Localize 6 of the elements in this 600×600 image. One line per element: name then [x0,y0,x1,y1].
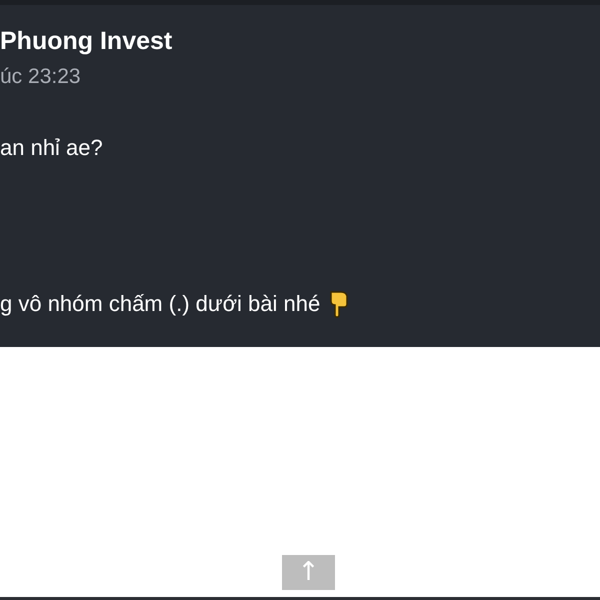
post-text: g vô nhóm chấm (.) dưới bài nhé [0,290,320,318]
post-time: úc 23:23 [0,64,82,90]
scroll-to-top-button[interactable]: ↑ [282,555,335,590]
hand-pointing-down-icon [328,290,350,318]
author-name: Phuong Invest [0,26,174,57]
post-text: an nhỉ ae? [0,134,104,162]
